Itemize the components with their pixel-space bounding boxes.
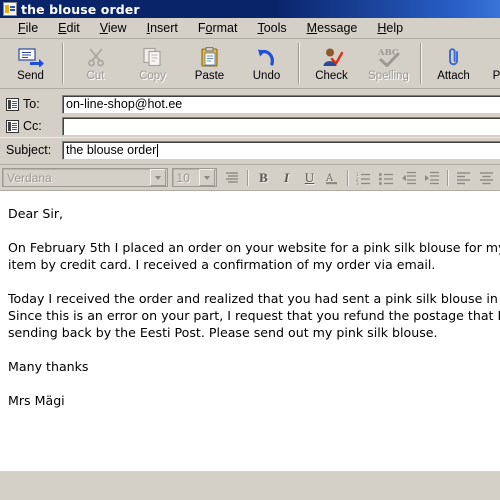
menu-item-view[interactable]: View bbox=[90, 21, 137, 35]
menu-bar: File Edit View Insert Format Tools Messa… bbox=[0, 18, 500, 39]
copy-pages-icon bbox=[138, 45, 168, 69]
body-line bbox=[8, 273, 500, 290]
chevron-down-icon[interactable] bbox=[149, 169, 166, 186]
window-title: the blouse order bbox=[21, 1, 140, 17]
spelling-button[interactable]: ABC Spelling bbox=[360, 39, 417, 88]
to-label-group[interactable]: To: bbox=[6, 97, 62, 111]
undo-arrow-icon bbox=[252, 45, 282, 69]
font-family-select[interactable]: Verdana bbox=[2, 168, 168, 187]
paste-button-label: Paste bbox=[194, 69, 225, 82]
outlook-express-compose-window: the blouse order File Edit View Insert F… bbox=[0, 0, 500, 500]
send-envelope-icon bbox=[16, 45, 46, 69]
title-bar[interactable]: the blouse order bbox=[0, 0, 500, 18]
font-size-value: 10 bbox=[176, 170, 190, 185]
body-line: On February 5th I placed an order on you… bbox=[8, 240, 500, 255]
to-label: To: bbox=[23, 97, 40, 111]
envelope-icon bbox=[3, 2, 17, 16]
copy-button-label: Copy bbox=[139, 69, 166, 82]
toolbar-separator bbox=[62, 43, 64, 84]
spelling-button-label: Spelling bbox=[368, 69, 409, 82]
check-names-button-label: Check bbox=[315, 69, 348, 82]
clipboard-icon bbox=[195, 45, 225, 69]
message-body[interactable]: Dear Sir, On February 5th I placed an or… bbox=[0, 191, 500, 471]
font-color-icon[interactable]: A bbox=[321, 167, 344, 188]
menu-item-file[interactable]: File bbox=[8, 21, 48, 35]
font-family-value: Verdana bbox=[7, 170, 52, 185]
check-names-icon bbox=[317, 45, 347, 69]
cc-label-group[interactable]: Cc: bbox=[6, 119, 62, 133]
subject-value: the blouse order bbox=[66, 143, 157, 157]
body-line: Mrs Mägi bbox=[8, 393, 65, 408]
body-line bbox=[8, 375, 500, 392]
check-names-button[interactable]: Check bbox=[303, 39, 360, 88]
attach-button[interactable]: Attach bbox=[425, 39, 482, 88]
message-headers: To: on-line-shop@hot.ee Cc: Subject: the… bbox=[0, 89, 500, 165]
decrease-indent-icon[interactable] bbox=[398, 167, 421, 188]
menu-item-help[interactable]: Help bbox=[367, 21, 413, 35]
chevron-down-icon[interactable] bbox=[199, 169, 215, 186]
font-size-select[interactable]: 10 bbox=[171, 168, 217, 187]
body-line: Many thanks bbox=[8, 359, 89, 374]
text-caret bbox=[157, 143, 159, 157]
body-line bbox=[8, 222, 500, 239]
abc-spelling-icon: ABC bbox=[374, 45, 404, 69]
subject-row: Subject: the blouse order bbox=[0, 137, 500, 161]
attach-button-label: Attach bbox=[437, 69, 470, 82]
copy-button[interactable]: Copy bbox=[124, 39, 181, 88]
cc-input[interactable] bbox=[62, 116, 500, 136]
send-button-label: Send bbox=[17, 69, 44, 82]
menu-item-insert[interactable]: Insert bbox=[137, 21, 188, 35]
menu-item-tools[interactable]: Tools bbox=[247, 21, 296, 35]
body-line: sending back by the Eesti Post. Please s… bbox=[8, 325, 438, 340]
bold-icon[interactable]: B bbox=[252, 167, 275, 188]
italic-icon[interactable]: I bbox=[275, 167, 298, 188]
format-separator bbox=[447, 169, 449, 186]
priority-arrow-icon bbox=[496, 45, 500, 69]
paperclip-icon bbox=[439, 45, 469, 69]
format-separator bbox=[347, 169, 349, 186]
cc-label: Cc: bbox=[23, 119, 42, 133]
cut-button-label: Cut bbox=[86, 69, 105, 82]
address-book-icon[interactable] bbox=[6, 119, 19, 133]
subject-label: Subject: bbox=[6, 143, 52, 157]
menu-item-format[interactable]: Format bbox=[188, 21, 248, 35]
undo-button-label: Undo bbox=[252, 69, 281, 82]
toolbar-separator bbox=[420, 43, 422, 84]
increase-indent-icon[interactable] bbox=[421, 167, 444, 188]
underline-icon[interactable]: U bbox=[298, 167, 321, 188]
to-input[interactable]: on-line-shop@hot.ee bbox=[62, 94, 500, 114]
numbered-list-icon[interactable]: 1 2 3 bbox=[352, 167, 375, 188]
priority-button[interactable]: Priority bbox=[482, 39, 500, 88]
cc-row: Cc: bbox=[0, 115, 500, 137]
svg-text:3: 3 bbox=[356, 181, 359, 185]
to-row: To: on-line-shop@hot.ee bbox=[0, 93, 500, 115]
body-line: Today I received the order and realized … bbox=[8, 291, 500, 306]
scissors-icon bbox=[81, 45, 111, 69]
menu-label-file-rest: ile bbox=[25, 21, 39, 35]
align-left-icon[interactable] bbox=[452, 167, 475, 188]
address-book-icon[interactable] bbox=[6, 97, 19, 111]
send-button[interactable]: Send bbox=[2, 39, 59, 88]
undo-button[interactable]: Undo bbox=[238, 39, 295, 88]
paste-button[interactable]: Paste bbox=[181, 39, 238, 88]
formatting-toolbar: Verdana 10 B I U A 1 2 3 bbox=[0, 165, 500, 191]
menu-item-message[interactable]: Message bbox=[297, 21, 368, 35]
main-toolbar: Send Cut Copy Paste Undo Check ABC Spell… bbox=[0, 39, 500, 89]
align-center-icon[interactable] bbox=[475, 167, 498, 188]
body-line: Dear Sir, bbox=[8, 206, 64, 221]
menu-item-edit[interactable]: Edit bbox=[48, 21, 90, 35]
format-separator bbox=[247, 169, 249, 186]
cut-button[interactable]: Cut bbox=[67, 39, 124, 88]
priority-button-label: Priority bbox=[492, 69, 500, 82]
subject-input[interactable]: the blouse order bbox=[62, 140, 500, 160]
body-line: item by credit card. I received a confir… bbox=[8, 257, 436, 272]
bulleted-list-icon[interactable] bbox=[375, 167, 398, 188]
body-line: Since this is an error on your part, I r… bbox=[8, 308, 500, 323]
toolbar-separator bbox=[298, 43, 300, 84]
paragraph-style-icon[interactable] bbox=[221, 167, 244, 188]
body-line bbox=[8, 341, 500, 358]
